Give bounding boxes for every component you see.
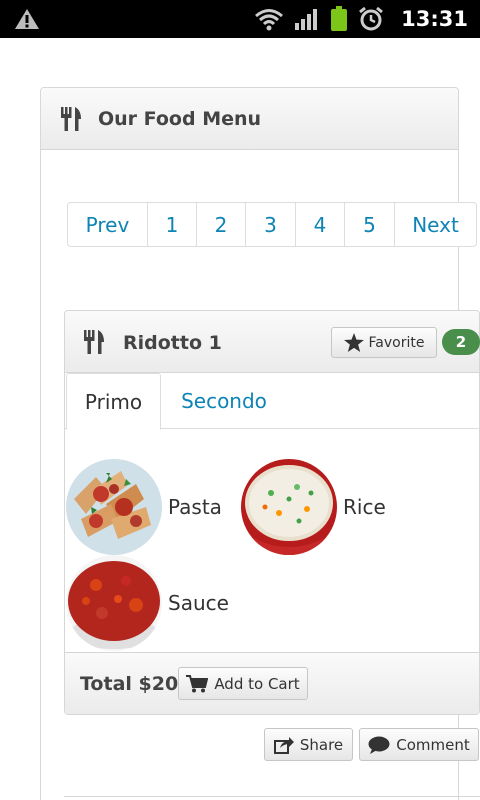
pagination-page-2[interactable]: 2 [196,203,245,246]
pagination-page-1[interactable]: 1 [147,203,196,246]
food-menu-header: Our Food Menu [41,88,458,150]
next-card-edge [64,796,480,800]
food-name-rice: Rice [343,495,386,519]
pagination-prev[interactable]: Prev [68,203,147,246]
favorite-button[interactable]: Favorite [331,327,437,358]
alarm-icon [359,6,383,31]
food-item-rice[interactable]: Rice [241,459,386,555]
tab-secondo[interactable]: Secondo [171,373,277,429]
wifi-icon [255,9,283,31]
favorite-count-badge: 2 [442,329,480,355]
comment-button[interactable]: Comment [359,728,479,761]
order-total: Total $20 [80,673,179,695]
pagination: Prev 1 2 3 4 5 Next [67,202,477,247]
share-icon [273,736,294,754]
food-menu-title: Our Food Menu [98,108,262,130]
star-icon [343,333,364,352]
clock: 13:31 [401,7,468,31]
share-label: Share [299,735,344,754]
rice-image [241,459,337,555]
cutlery-icon [84,330,104,354]
food-item-pasta[interactable]: Pasta [66,459,222,555]
menu-card: Ridotto 1 Favorite 2 Primo Secondo Pasta… [64,310,480,715]
tab-primo[interactable]: Primo [66,373,161,430]
sauce-image [66,555,162,651]
status-bar: 13:31 [0,0,480,38]
comment-label: Comment [396,735,470,754]
cutlery-icon [61,107,81,131]
pasta-image [66,459,162,555]
signal-icon [295,9,317,30]
add-to-cart-label: Add to Cart [214,674,300,693]
warning-icon [15,9,39,29]
pagination-page-3[interactable]: 3 [245,203,295,246]
food-name-pasta: Pasta [168,495,222,519]
cart-icon [186,674,209,692]
comment-icon [368,736,390,754]
pagination-page-5[interactable]: 5 [344,203,394,246]
menu-card-title: Ridotto 1 [123,332,222,354]
menu-card-footer: Total $20 Add to Cart [65,652,479,714]
pagination-page-4[interactable]: 4 [295,203,344,246]
battery-icon [331,6,347,31]
course-tabs: Primo Secondo [65,373,480,430]
menu-card-header: Ridotto 1 Favorite 2 [65,311,480,373]
food-name-sauce: Sauce [168,591,229,615]
status-icons [254,6,384,32]
share-button[interactable]: Share [264,728,353,761]
favorite-label: Favorite [368,334,425,351]
food-item-sauce[interactable]: Sauce [66,555,229,651]
add-to-cart-button[interactable]: Add to Cart [178,667,308,700]
pagination-next[interactable]: Next [394,203,476,246]
